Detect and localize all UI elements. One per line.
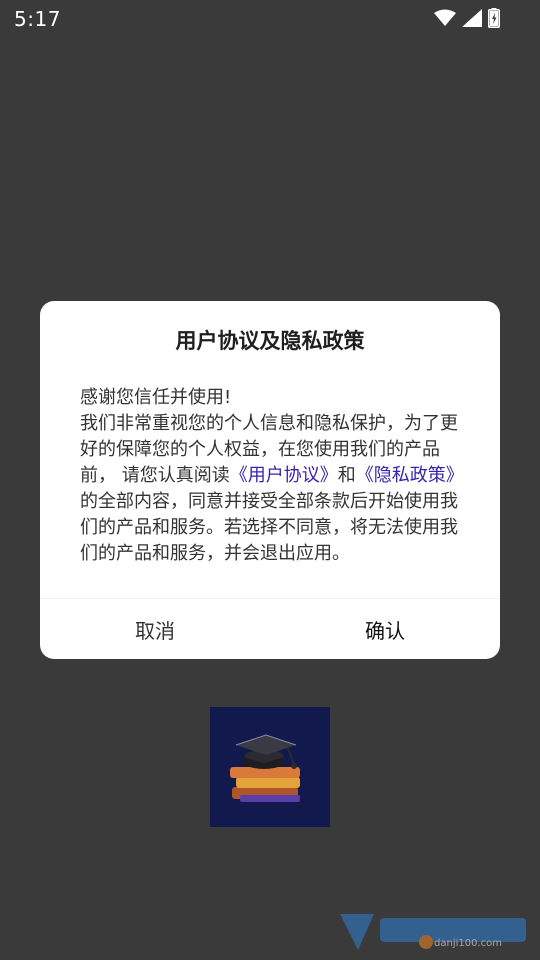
status-time: 5:17: [14, 7, 61, 31]
agreement-text-and: 和: [337, 465, 356, 486]
greeting-text: 感谢您信任并使用!: [80, 387, 232, 408]
site-watermark: danji100.com: [334, 906, 534, 956]
agreement-paragraph: 我们非常重视您的个人信息和隐私保护，为了更好的保障您的个人权益，在您使用我们的产…: [80, 411, 465, 567]
user-agreement-link[interactable]: 《用户协议》: [230, 465, 338, 486]
watermark-domain: danji100.com: [434, 938, 502, 949]
graduation-cap-books-icon: [230, 734, 300, 802]
battery-charging-icon: [488, 8, 500, 28]
wifi-icon: [434, 9, 456, 27]
dialog-title: 用户协议及隐私政策: [175, 329, 365, 353]
cellular-signal-icon: [462, 9, 482, 27]
agreement-text-outro: 的全部内容，同意并接受全部条款后开始使用我们的产品和服务。若选择不同意，将无法使…: [80, 491, 458, 564]
confirm-button[interactable]: 确认: [270, 599, 500, 659]
status-bar: 5:17: [0, 0, 540, 36]
dialog-body: 感谢您信任并使用! 我们非常重视您的个人信息和隐私保护，为了更好的保障您的个人权…: [80, 385, 465, 567]
privacy-policy-link[interactable]: 《隐私政策》: [356, 465, 464, 486]
privacy-agreement-dialog: 用户协议及隐私政策 感谢您信任并使用! 我们非常重视您的个人信息和隐私保护，为了…: [40, 301, 500, 659]
status-icons: [434, 8, 500, 28]
cancel-button[interactable]: 取消: [40, 599, 270, 659]
app-logo: [210, 707, 330, 827]
